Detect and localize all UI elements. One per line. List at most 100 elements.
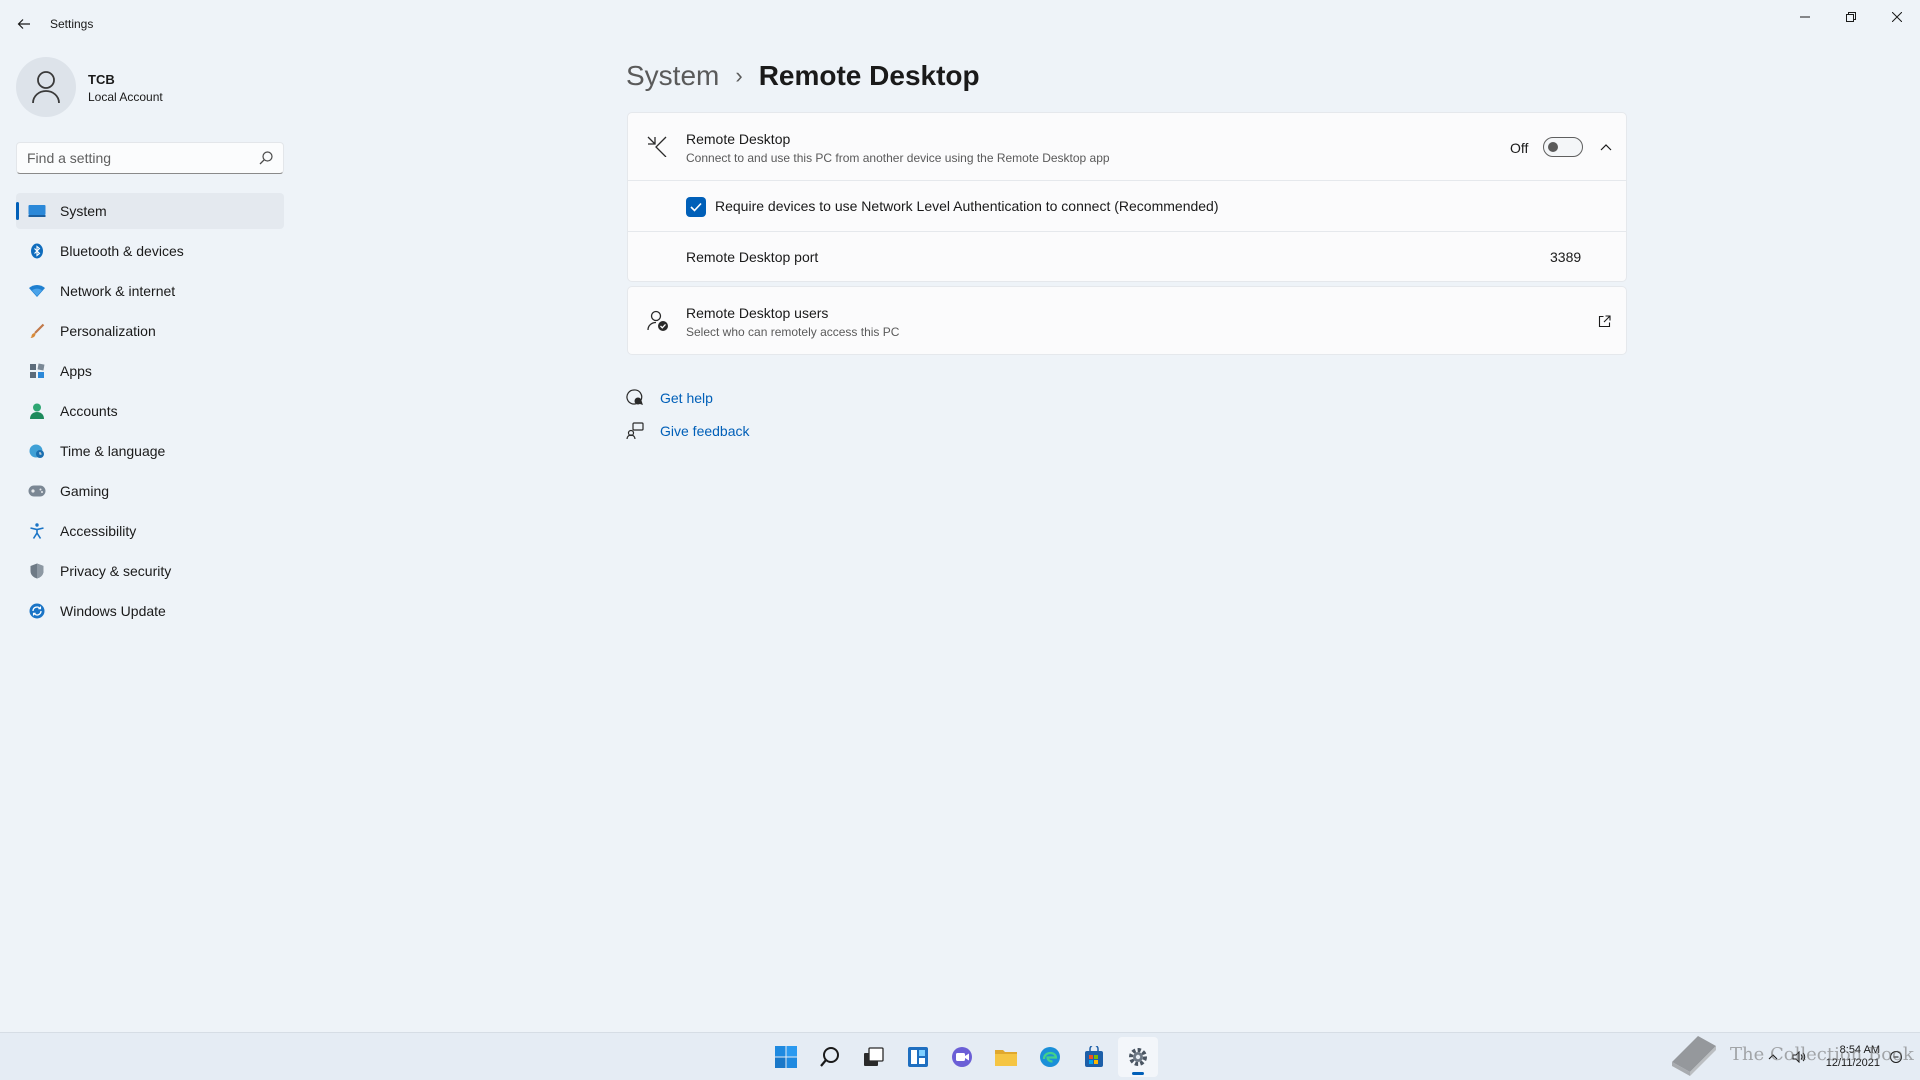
search-box — [16, 142, 284, 174]
sidebar-item-label: Personalization — [60, 323, 156, 339]
user-icon — [32, 71, 60, 104]
settings-icon[interactable] — [1118, 1037, 1158, 1077]
user-profile[interactable]: TCB Local Account — [16, 57, 286, 117]
sidebar-item-label: Bluetooth & devices — [60, 243, 184, 259]
sidebar-item-label: Windows Update — [60, 603, 166, 619]
sidebar-item-bluetooth[interactable]: Bluetooth & devices — [16, 233, 284, 269]
sidebar-item-network[interactable]: Network & internet — [16, 273, 284, 309]
sidebar-item-label: Accessibility — [60, 523, 137, 539]
globe-clock-icon — [28, 442, 46, 460]
restore-icon — [1846, 12, 1856, 22]
nla-row: Require devices to use Network Level Aut… — [628, 181, 1626, 232]
external-link-icon — [1598, 314, 1611, 327]
wifi-icon — [28, 282, 46, 300]
sidebar-item-gaming[interactable]: Gaming — [16, 473, 284, 509]
port-label: Remote Desktop port — [686, 249, 819, 265]
sidebar-item-apps[interactable]: Apps — [16, 353, 284, 389]
sidebar-item-label: Time & language — [60, 443, 166, 459]
port-row: Remote Desktop port 3389 — [628, 232, 1626, 282]
monitor-icon — [28, 202, 46, 220]
open-external-button[interactable] — [1594, 311, 1614, 331]
nla-checkbox[interactable] — [686, 197, 706, 217]
back-button[interactable] — [12, 12, 36, 36]
search-input[interactable] — [17, 143, 237, 173]
shield-icon — [28, 562, 46, 580]
taskbar: 8:54 AM 12/11/2021 — [0, 1032, 1920, 1080]
search-icon[interactable] — [810, 1037, 850, 1077]
remote-desktop-description: Connect to and use this PC from another … — [686, 151, 1110, 165]
sidebar-item-privacy-security[interactable]: Privacy & security — [16, 553, 284, 589]
edge-icon[interactable] — [1030, 1037, 1070, 1077]
apps-icon — [28, 362, 46, 380]
toggle-state-label: Off — [1510, 140, 1529, 156]
checkmark-icon — [690, 202, 702, 212]
sidebar-item-label: Network & internet — [60, 283, 176, 299]
sidebar-nav: System Bluetooth & devices Network & int… — [16, 193, 284, 633]
sidebar-item-system[interactable]: System — [16, 193, 284, 229]
give-feedback-text: Give feedback — [660, 423, 750, 439]
close-button[interactable] — [1874, 2, 1920, 32]
accessibility-icon — [28, 522, 46, 540]
brush-icon — [28, 322, 46, 340]
get-help-link[interactable]: Get help — [626, 388, 750, 408]
book-icon — [1672, 1036, 1716, 1076]
taskbar-apps — [764, 1033, 1160, 1080]
chevron-up-icon — [1600, 144, 1612, 151]
minimize-icon — [1800, 16, 1810, 18]
chat-icon[interactable] — [942, 1037, 982, 1077]
close-icon — [1892, 12, 1902, 22]
sidebar-item-label: Privacy & security — [60, 563, 172, 579]
remote-users-title: Remote Desktop users — [686, 305, 829, 321]
breadcrumb-parent[interactable]: System — [626, 60, 719, 92]
settings-window: Settings TCB Local Account System — [0, 0, 1920, 1032]
back-arrow-icon — [17, 19, 30, 29]
breadcrumb-separator: › — [735, 63, 743, 88]
sidebar-item-windows-update[interactable]: Windows Update — [16, 593, 284, 629]
title-bar: Settings — [0, 0, 1920, 48]
collapse-button[interactable] — [1594, 135, 1618, 159]
start-icon[interactable] — [766, 1037, 806, 1077]
sidebar-item-label: Accounts — [60, 403, 118, 419]
sidebar-item-label: Gaming — [60, 483, 110, 499]
person-icon — [28, 402, 46, 420]
task-view-icon[interactable] — [854, 1037, 894, 1077]
update-icon — [28, 602, 46, 620]
search-icon[interactable] — [259, 151, 273, 165]
remote-desktop-header-row[interactable]: Remote Desktop Connect to and use this P… — [628, 113, 1626, 181]
port-value: 3389 — [1550, 249, 1582, 265]
breadcrumb: System › Remote Desktop — [626, 56, 980, 96]
store-icon[interactable] — [1074, 1037, 1114, 1077]
give-feedback-link[interactable]: Give feedback — [626, 421, 750, 441]
watermark-text: The Collection Book — [1730, 1043, 1914, 1065]
restore-button[interactable] — [1828, 2, 1874, 32]
account-type: Local Account — [88, 90, 163, 104]
nla-label[interactable]: Require devices to use Network Level Aut… — [715, 198, 1219, 214]
remote-users-description: Select who can remotely access this PC — [686, 325, 900, 339]
gamepad-icon — [28, 482, 46, 500]
minimize-button[interactable] — [1782, 2, 1828, 32]
toggle-knob — [1548, 142, 1558, 152]
sidebar-item-label: Apps — [60, 363, 92, 379]
sidebar-item-accessibility[interactable]: Accessibility — [16, 513, 284, 549]
sidebar-item-label: System — [60, 203, 107, 219]
get-help-text: Get help — [660, 390, 713, 406]
help-chat-icon — [626, 389, 644, 407]
avatar — [16, 57, 76, 117]
file-explorer-icon[interactable] — [986, 1037, 1026, 1077]
user-check-icon — [647, 310, 668, 331]
feedback-icon — [626, 422, 644, 440]
remote-desktop-toggle[interactable] — [1543, 137, 1583, 157]
remote-desktop-card: Remote Desktop Connect to and use this P… — [627, 112, 1627, 282]
remote-desktop-title: Remote Desktop — [686, 131, 791, 147]
watermark: The Collection Book — [1668, 1028, 1914, 1080]
sidebar-item-time-language[interactable]: Time & language — [16, 433, 284, 469]
help-links: Get help Give feedback — [626, 388, 750, 454]
remote-desktop-users-card[interactable]: Remote Desktop users Select who can remo… — [627, 286, 1627, 355]
sidebar-item-personalization[interactable]: Personalization — [16, 313, 284, 349]
bluetooth-icon — [28, 242, 46, 260]
widgets-icon[interactable] — [898, 1037, 938, 1077]
sidebar-item-accounts[interactable]: Accounts — [16, 393, 284, 429]
page-title: Remote Desktop — [758, 60, 980, 91]
app-title: Settings — [50, 17, 94, 31]
user-name: TCB — [88, 72, 115, 87]
